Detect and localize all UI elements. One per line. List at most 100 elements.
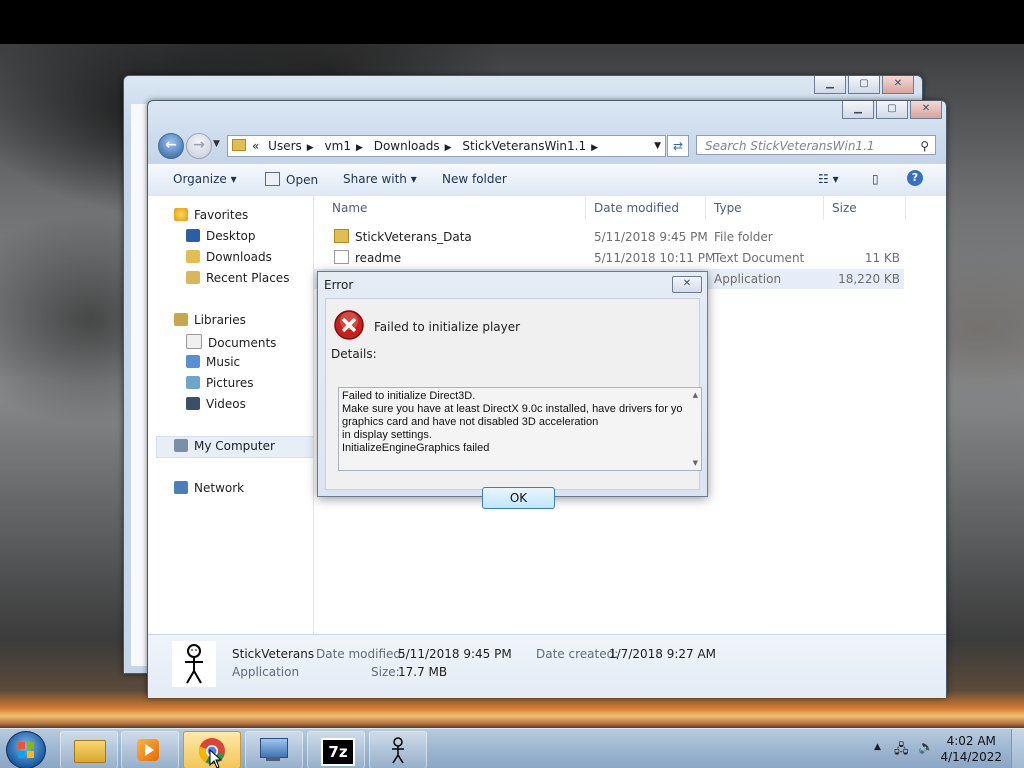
- nav-desktop[interactable]: Desktop: [186, 229, 256, 243]
- taskbar-7zip-button[interactable]: 7z: [307, 731, 365, 768]
- start-button[interactable]: [6, 731, 46, 768]
- minimize-button[interactable]: ▁: [842, 101, 874, 119]
- nav-documents[interactable]: Documents: [186, 334, 276, 350]
- folder-icon: [74, 740, 106, 763]
- nav-network[interactable]: Network: [174, 481, 244, 495]
- nav-recent-places[interactable]: Recent Places: [186, 271, 289, 285]
- forward-arrow-icon[interactable]: →: [186, 133, 212, 159]
- maximize-button[interactable]: ▢: [876, 101, 908, 119]
- nav-videos-label: Videos: [206, 397, 246, 411]
- show-hidden-icons-icon[interactable]: ▲: [874, 742, 881, 752]
- folder-icon: [334, 229, 349, 243]
- desktop-icon: [186, 229, 200, 242]
- address-bar[interactable]: « Users ▶ vm1 ▶ Downloads ▶ StickVeteransWi…: [227, 135, 666, 157]
- computer-icon: [174, 439, 188, 452]
- taskbar-explorer-button[interactable]: [60, 731, 118, 768]
- folder-icon: [232, 139, 246, 151]
- column-header-type[interactable]: Type: [706, 196, 824, 220]
- search-placeholder: Search StickVeteransWin1.1: [705, 139, 875, 153]
- breadcrumb-stickveterans[interactable]: StickVeteransWin1.1: [462, 139, 586, 153]
- file-name-text: StickVeterans_Data: [355, 230, 472, 244]
- nav-videos[interactable]: Videos: [186, 397, 246, 411]
- search-input[interactable]: Search StickVeteransWin1.1 ⚲: [696, 135, 936, 155]
- details-date-modified-label: Date modified:: [316, 647, 406, 661]
- recent-pages-chevron-icon[interactable]: ▼: [213, 139, 220, 149]
- close-button[interactable]: ✕: [672, 276, 702, 293]
- ok-button[interactable]: OK: [482, 487, 555, 509]
- preview-pane-icon[interactable]: ▯: [872, 172, 879, 186]
- mouse-cursor-icon: [209, 749, 223, 768]
- clock-date: 4/14/2022: [940, 750, 1002, 764]
- details-date-created: 1/7/2018 9:27 AM: [609, 647, 717, 661]
- nav-downloads[interactable]: Downloads: [186, 250, 272, 264]
- breadcrumb-separator-icon[interactable]: ▶: [356, 143, 363, 153]
- breadcrumb-users[interactable]: Users: [268, 139, 302, 153]
- file-size: 11 KB: [864, 251, 900, 265]
- file-name: readme: [334, 248, 401, 268]
- share-with-button[interactable]: Share with ▾: [343, 172, 417, 186]
- nav-music-label: Music: [206, 355, 241, 369]
- scroll-up-icon[interactable]: ▲: [693, 391, 698, 399]
- command-toolbar: Organize ▾ Open Share with ▾ New folder …: [148, 163, 946, 197]
- search-icon[interactable]: ⚲: [920, 136, 929, 156]
- close-button[interactable]: ✕: [910, 101, 942, 119]
- error-icon: [334, 310, 364, 340]
- nav-pictures[interactable]: Pictures: [186, 376, 254, 390]
- system-tray: ▲ 🖧 🔊 4:02 AM 4/14/2022: [864, 729, 1024, 768]
- dialog-body: Failed to initialize player Details: Fai…: [325, 298, 702, 509]
- 7zip-icon: 7z: [321, 738, 355, 766]
- breadcrumb-downloads[interactable]: Downloads: [374, 139, 440, 153]
- nav-favorites[interactable]: Favorites: [174, 208, 248, 222]
- file-type: File folder: [714, 230, 773, 244]
- column-header-size[interactable]: Size: [824, 196, 906, 220]
- clock[interactable]: 4:02 AM 4/14/2022: [940, 733, 1002, 765]
- star-icon: [174, 208, 188, 221]
- nav-my-computer[interactable]: My Computer: [174, 439, 275, 453]
- breadcrumb-separator-icon[interactable]: ▶: [445, 143, 452, 153]
- dialog-title: Error: [324, 278, 354, 292]
- view-options-icon[interactable]: ☷ ▾: [818, 172, 839, 186]
- nav-recent-places-label: Recent Places: [206, 271, 290, 285]
- minimize-button[interactable]: ▁: [814, 76, 846, 94]
- taskbar: 7z ▲ 🖧 🔊 4:02 AM 4/14/2022: [0, 728, 1024, 768]
- downloads-icon: [186, 250, 200, 263]
- back-arrow-icon[interactable]: ←: [158, 133, 184, 159]
- documents-icon: [186, 334, 202, 349]
- maximize-button[interactable]: ▢: [848, 76, 880, 94]
- address-dropdown-icon[interactable]: ▼: [654, 136, 661, 156]
- nav-libraries[interactable]: Libraries: [174, 313, 246, 327]
- scroll-down-icon[interactable]: ▼: [693, 459, 698, 467]
- pictures-icon: [186, 376, 200, 389]
- libraries-icon: [174, 313, 188, 326]
- open-button[interactable]: Open: [265, 172, 318, 187]
- details-textbox[interactable]: Failed to initialize Direct3D. Make sure…: [338, 387, 702, 471]
- file-row[interactable]: StickVeterans_Data 5/11/2018 9:45 PM Fil…: [314, 227, 904, 247]
- breadcrumb-vm1[interactable]: vm1: [325, 139, 351, 153]
- nav-music[interactable]: Music: [186, 355, 240, 369]
- black-top-bar: [0, 0, 1024, 44]
- show-desktop-button[interactable]: [1011, 729, 1024, 768]
- column-header-date-modified[interactable]: Date modified: [586, 196, 706, 220]
- breadcrumb-separator-icon[interactable]: ▶: [307, 143, 314, 153]
- open-label: Open: [286, 173, 319, 187]
- file-type: Text Document: [714, 251, 805, 265]
- file-name: StickVeterans_Data: [334, 227, 472, 247]
- file-row[interactable]: readme 5/11/2018 10:11 PM Text Document …: [314, 248, 904, 268]
- taskbar-stickveterans-button[interactable]: [369, 731, 427, 768]
- column-header-name[interactable]: Name: [314, 196, 586, 220]
- error-dialog[interactable]: Error ✕ Failed to initialize player Deta…: [317, 271, 708, 509]
- taskbar-media-player-button[interactable]: [121, 731, 179, 768]
- nav-downloads-label: Downloads: [206, 250, 272, 264]
- volume-icon[interactable]: 🔊: [918, 740, 934, 755]
- new-folder-button[interactable]: New folder: [442, 172, 507, 186]
- recent-places-icon: [186, 271, 200, 284]
- taskbar-network-button[interactable]: [245, 731, 303, 768]
- help-icon[interactable]: ?: [907, 170, 923, 186]
- address-prefix[interactable]: «: [252, 139, 259, 153]
- close-button[interactable]: ✕: [882, 76, 914, 94]
- details-date-modified: 5/11/2018 9:45 PM: [398, 647, 512, 661]
- breadcrumb-separator-icon[interactable]: ▶: [591, 143, 598, 153]
- organize-button[interactable]: Organize ▾: [173, 172, 237, 186]
- refresh-icon[interactable]: ⇄: [667, 135, 689, 157]
- network-tray-icon[interactable]: 🖧: [894, 740, 909, 762]
